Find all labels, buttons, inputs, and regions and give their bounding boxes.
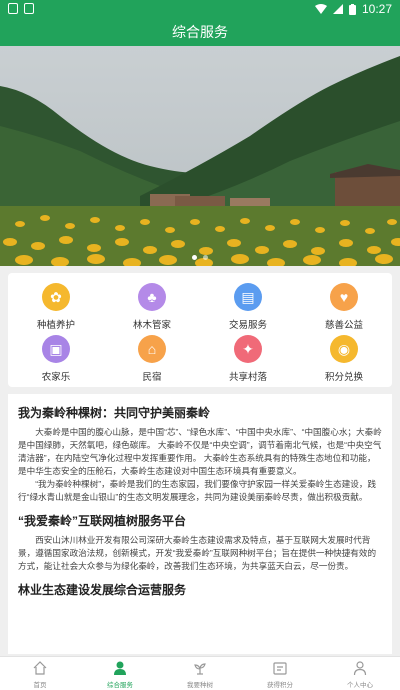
bus-icon: ▣ (42, 335, 70, 363)
tab-label: 个人中心 (347, 682, 373, 689)
service-label: 农家乐 (41, 372, 71, 383)
carousel-dot[interactable] (203, 255, 208, 260)
user-icon (353, 661, 367, 676)
service-label: 林木管家 (132, 320, 171, 331)
tab-label: 综合服务 (107, 682, 133, 689)
service-charity[interactable]: ♥ 慈善公益 (296, 279, 392, 331)
service-label: 积分兑换 (324, 372, 363, 383)
notification-icon (8, 3, 18, 14)
tab-label: 我要种树 (187, 682, 213, 689)
banner-image (0, 46, 400, 266)
status-bar: 10:27 (0, 0, 400, 18)
service-icon (114, 661, 126, 675)
carousel-dot[interactable] (192, 255, 197, 260)
status-time: 10:27 (361, 2, 392, 16)
service-planting-care[interactable]: ✿ 种植养护 (8, 279, 104, 331)
share-icon: ✦ (234, 335, 262, 363)
sprout-icon: ✿ (42, 283, 70, 311)
points-icon (273, 662, 287, 675)
section-heading: 我为秦岭种棵树：共同守护美丽秦岭 (18, 406, 211, 420)
service-homestay[interactable]: ⌂ 民宿 (104, 331, 200, 383)
wifi-icon (314, 4, 327, 14)
service-points-exchange[interactable]: ◉ 积分兑换 (296, 331, 392, 383)
plant-icon (194, 663, 206, 675)
article-content: 我为秦岭种棵树：共同守护美丽秦岭 大秦岭是中国的腹心山脉，是中国“芯”、“绿色水… (8, 394, 392, 654)
service-label: 慈善公益 (324, 320, 363, 331)
tab-label: 获得积分 (267, 682, 293, 689)
paragraph: “我为秦岭种棵树”，秦岭是我们的生态家园，我们要像守护家园一样关爱秦岭生态建设，… (18, 479, 377, 502)
service-label: 民宿 (142, 372, 162, 383)
service-trading[interactable]: ▤ 交易服务 (200, 279, 296, 331)
heart-icon: ♥ (330, 283, 358, 311)
service-label: 共享村落 (228, 372, 267, 383)
signal-icon (332, 4, 343, 14)
paragraph: 大秦岭是中国的腹心山脉，是中国“芯”、“绿色水库”、“中国中央水库”、“中国腹心… (18, 427, 382, 476)
tab-profile[interactable]: 个人中心 (320, 657, 400, 690)
section-heading: “我爱秦岭”互联网植树服务平台 (18, 514, 187, 528)
house-icon: ⌂ (138, 335, 166, 363)
tab-label: 首页 (33, 682, 47, 689)
service-farm-stay[interactable]: ▣ 农家乐 (8, 331, 104, 383)
tab-earn-points[interactable]: 获得积分 (240, 657, 320, 690)
coins-icon: ◉ (330, 335, 358, 363)
page-title: 综合服务 (0, 18, 400, 46)
tree-icon: ♣ (138, 283, 166, 311)
home-icon (33, 661, 47, 675)
ticket-icon: ▤ (234, 283, 262, 311)
battery-icon (348, 3, 356, 15)
tab-services[interactable]: 综合服务 (80, 657, 160, 690)
tab-home[interactable]: 首页 (0, 657, 80, 690)
tab-plant-tree[interactable]: 我要种树 (160, 657, 240, 690)
service-shared-village[interactable]: ✦ 共享村落 (200, 331, 296, 383)
service-forest-steward[interactable]: ♣ 林木管家 (104, 279, 200, 331)
service-grid: ✿ 种植养护 ♣ 林木管家 ▤ 交易服务 ♥ 慈善公益 ▣ 农家乐 ⌂ 民宿 ✦… (8, 273, 392, 387)
service-label: 种植养护 (36, 320, 75, 331)
service-label: 交易服务 (228, 320, 267, 331)
image-notification-icon (24, 3, 34, 14)
banner-carousel[interactable] (0, 46, 400, 266)
paragraph: 西安山沐川林业开发有限公司深研大秦岭生态建设需求及特点，基于互联网大发展时代背景… (18, 535, 377, 571)
section-heading: 林业生态建设发展综合运营服务 (18, 583, 187, 597)
bottom-tab-bar: 首页 综合服务 我要种树 获得积分 个人中心 (0, 656, 400, 690)
